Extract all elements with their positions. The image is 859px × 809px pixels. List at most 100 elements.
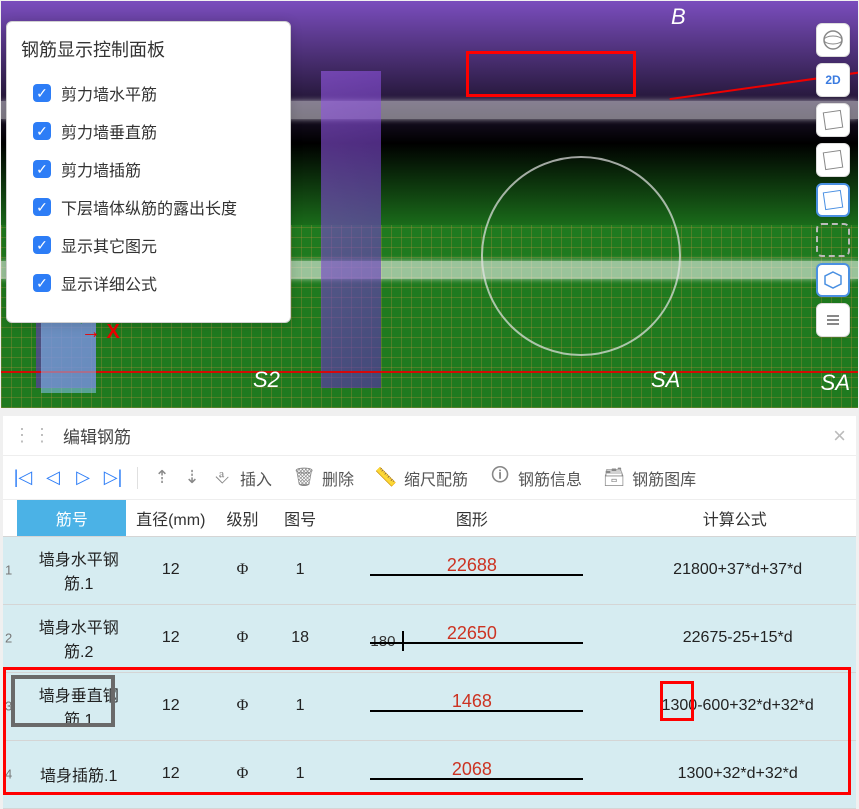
fig-cell[interactable]: 1: [270, 740, 331, 808]
globe-view-button[interactable]: [816, 23, 850, 57]
name-cell[interactable]: 墙身水平钢筋.2: [17, 604, 126, 672]
row-num-cell: 3: [3, 672, 17, 740]
delete-button[interactable]: 删除: [322, 466, 354, 490]
checkbox-label: 显示其它图元: [61, 233, 157, 257]
table-row[interactable]: 3墙身垂直钢筋.112Φ114681300-600+32*d+32*d: [3, 672, 856, 740]
lvl-cell[interactable]: Φ: [215, 536, 270, 604]
col-header-shape[interactable]: 图形: [330, 500, 613, 536]
edit-rebar-panel: ⋮⋮ 编辑钢筋 × |◁ ◁ ▷ ▷| ⇡ ⇣ ⎀ 插入 🗑 删除 📏 缩尺配筋…: [3, 416, 856, 809]
checkbox-label: 剪力墙水平筋: [61, 81, 157, 105]
column-2: [321, 71, 381, 388]
library-icon[interactable]: 🗃: [602, 466, 626, 490]
axis-label-b: B: [671, 4, 686, 30]
library-button[interactable]: 钢筋图库: [632, 466, 696, 490]
axis-label-sa2: SA: [821, 370, 850, 396]
checkbox-label: 剪力墙垂直筋: [61, 119, 157, 143]
annotation-red-rect: [466, 51, 636, 97]
lvl-cell[interactable]: Φ: [215, 672, 270, 740]
checkbox-label: 下层墙体纵筋的露出长度: [61, 195, 237, 219]
checkbox-icon: ✓: [33, 274, 51, 292]
insert-icon[interactable]: ⎀: [210, 466, 234, 490]
col-header-formula[interactable]: 计算公式: [613, 500, 856, 536]
axis-bubble-circle: [481, 156, 681, 356]
cube-icon: [823, 150, 844, 170]
drag-handle-icon[interactable]: ⋮⋮: [13, 425, 53, 446]
cube-view-button[interactable]: [816, 103, 850, 137]
dia-cell[interactable]: 12: [126, 536, 215, 604]
name-cell[interactable]: 墙身水平钢筋.1: [17, 536, 126, 604]
cube-view-button-2[interactable]: [816, 143, 850, 177]
checkbox-row-2[interactable]: ✓剪力墙插筋: [21, 150, 276, 188]
cube-icon: [823, 110, 844, 130]
formula-cell[interactable]: 21800+37*d+37*d: [613, 536, 856, 604]
shape-cell[interactable]: 22688: [330, 536, 613, 604]
crop-view-button[interactable]: [816, 223, 850, 257]
checkbox-label: 剪力墙插筋: [61, 157, 141, 181]
fig-cell[interactable]: 1: [270, 536, 331, 604]
col-header-dia[interactable]: 直径(mm): [126, 500, 215, 536]
name-cell[interactable]: 墙身垂直钢筋.1: [17, 672, 126, 740]
info-button[interactable]: 钢筋信息: [518, 466, 582, 490]
last-icon[interactable]: ▷|: [101, 466, 125, 490]
first-icon[interactable]: |◁: [11, 466, 35, 490]
checkbox-icon: ✓: [33, 198, 51, 216]
lvl-cell[interactable]: Φ: [215, 604, 270, 672]
dia-cell[interactable]: 12: [126, 604, 215, 672]
3d-viewport[interactable]: → X B S2 SA SA 钢筋显示控制面板 ✓剪力墙水平筋 ✓剪力墙垂直筋 …: [1, 1, 858, 408]
table-row[interactable]: 4墙身插筋.112Φ120681300+32*d+32*d: [3, 740, 856, 808]
panel-title: 钢筋显示控制面板: [21, 32, 276, 74]
table-row[interactable]: 1墙身水平钢筋.112Φ12268821800+37*d+37*d: [3, 536, 856, 604]
col-header-name[interactable]: 筋号: [17, 500, 126, 536]
axis-label-sa: SA: [651, 367, 680, 393]
col-header-fig[interactable]: 图号: [270, 500, 331, 536]
name-cell[interactable]: 墙身插筋.1: [17, 740, 126, 808]
shape-cell[interactable]: 1468: [330, 672, 613, 740]
hex-view-button[interactable]: [816, 263, 850, 297]
row-num-cell: 2: [3, 604, 17, 672]
checkbox-row-5[interactable]: ✓ 显示详细公式: [21, 264, 276, 302]
axis-line: [1, 371, 858, 373]
rebar-display-panel: 钢筋显示控制面板 ✓剪力墙水平筋 ✓剪力墙垂直筋 ✓剪力墙插筋 ✓下层墙体纵筋的…: [6, 21, 291, 323]
close-icon[interactable]: ×: [833, 423, 846, 449]
checkbox-label: 显示详细公式: [61, 271, 157, 295]
checkbox-row-4[interactable]: ✓ 显示其它图元: [21, 226, 276, 264]
checkbox-icon: ✓: [33, 122, 51, 140]
panel-header: ⋮⋮ 编辑钢筋 ×: [3, 416, 856, 456]
shape-cell[interactable]: 2068: [330, 740, 613, 808]
move-down-icon[interactable]: ⇣: [180, 466, 204, 490]
view-toolbar: 2D: [816, 23, 854, 337]
trash-icon[interactable]: 🗑: [292, 466, 316, 490]
next-icon[interactable]: ▷: [71, 466, 95, 490]
formula-cell[interactable]: 1300-600+32*d+32*d: [613, 672, 856, 740]
checkbox-icon: ✓: [33, 84, 51, 102]
prev-icon[interactable]: ◁: [41, 466, 65, 490]
info-icon[interactable]: 🛈: [488, 466, 512, 490]
col-header-lvl[interactable]: 级别: [215, 500, 270, 536]
checkbox-icon: ✓: [33, 236, 51, 254]
fig-cell[interactable]: 1: [270, 672, 331, 740]
formula-cell[interactable]: 22675-25+15*d: [613, 604, 856, 672]
table-row[interactable]: 2墙身水平钢筋.212Φ181802265022675-25+15*d: [3, 604, 856, 672]
axis-label-s2: S2: [253, 367, 280, 393]
insert-button[interactable]: 插入: [240, 466, 272, 490]
row-num-cell: 1: [3, 536, 17, 604]
cube-view-button-active[interactable]: [816, 183, 850, 217]
fig-cell[interactable]: 18: [270, 604, 331, 672]
list-view-button[interactable]: [816, 303, 850, 337]
rebar-table: 筋号 直径(mm) 级别 图号 图形 计算公式 1墙身水平钢筋.112Φ1226…: [3, 500, 856, 809]
move-up-icon[interactable]: ⇡: [150, 466, 174, 490]
shape-cell[interactable]: 18022650: [330, 604, 613, 672]
checkbox-row-3[interactable]: ✓ 下层墙体纵筋的露出长度: [21, 188, 276, 226]
dia-cell[interactable]: 12: [126, 740, 215, 808]
lvl-cell[interactable]: Φ: [215, 740, 270, 808]
scale-icon[interactable]: 📏: [374, 466, 398, 490]
checkbox-row-1[interactable]: ✓ 剪力墙垂直筋: [21, 112, 276, 150]
scale-button[interactable]: 缩尺配筋: [404, 466, 468, 490]
cube-icon: [823, 190, 844, 210]
formula-cell[interactable]: 1300+32*d+32*d: [613, 740, 856, 808]
row-num-cell: 4: [3, 740, 17, 808]
checkbox-row-0[interactable]: ✓ 剪力墙水平筋: [21, 74, 276, 112]
dia-cell[interactable]: 12: [126, 672, 215, 740]
2d-view-button[interactable]: 2D: [816, 63, 850, 97]
axis-x-arrow: → X: [81, 321, 120, 344]
